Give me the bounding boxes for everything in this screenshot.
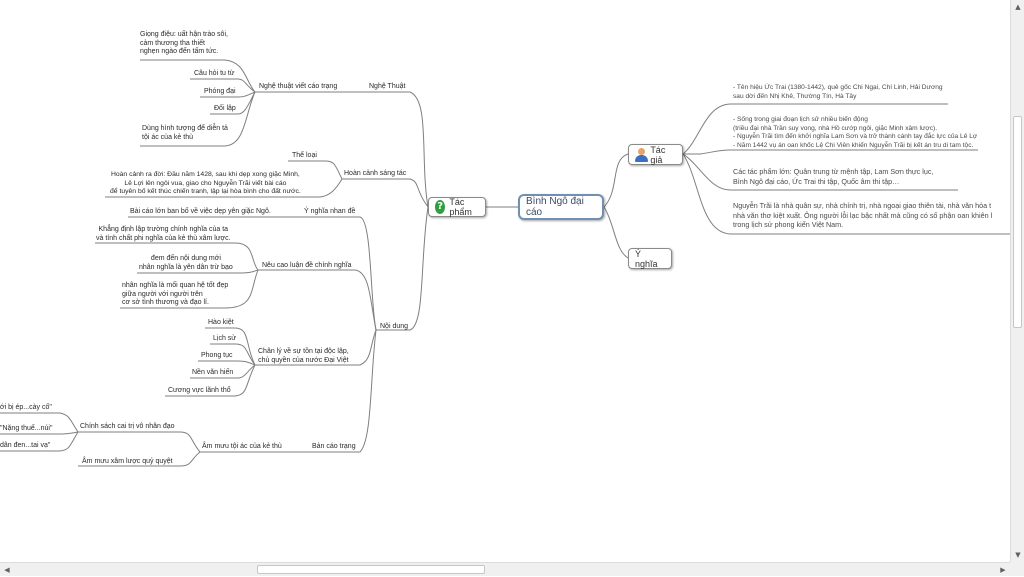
topic-y-nghia[interactable]: Ý nghĩa bbox=[628, 248, 672, 269]
leaf-the-loai[interactable]: Thể loại bbox=[292, 152, 317, 161]
scroll-left-arrow-icon[interactable]: ◀ bbox=[0, 563, 14, 577]
leaf-phong-tuc[interactable]: Phong tục bbox=[201, 352, 233, 361]
leaf-y-nghia-nhan-de-text[interactable]: Bài cáo lớn ban bố về việc dẹp yên giặc … bbox=[130, 208, 271, 217]
topic-tac-gia-label: Tác giả bbox=[650, 144, 666, 165]
branch-noi-dung[interactable]: Nội dung bbox=[380, 323, 408, 332]
leaf-doi-lap[interactable]: Đối lập bbox=[214, 105, 236, 114]
horizontal-scroll-thumb[interactable] bbox=[257, 565, 485, 574]
branch-chinh-sach[interactable]: Chính sách cai trị vô nhân đạo bbox=[80, 423, 175, 432]
author-note-2: - Sống trong giai đoạn lịch sử nhiều biế… bbox=[733, 116, 978, 149]
topic-tac-pham[interactable]: ? Tác phẩm bbox=[428, 197, 486, 217]
branch-nghe-thuat[interactable]: Nghệ Thuật bbox=[369, 83, 405, 92]
leaf-nang-thue[interactable]: "Nặng thuế...núi" bbox=[0, 425, 52, 434]
vertical-scrollbar[interactable]: ▲ ▼ bbox=[1010, 0, 1024, 562]
leaf-cuong-vuc[interactable]: Cương vực lãnh thổ bbox=[168, 387, 231, 396]
scroll-up-arrow-icon[interactable]: ▲ bbox=[1011, 0, 1024, 14]
branch-ban-cao-trang[interactable]: Bản cáo trạng bbox=[312, 443, 356, 452]
leaf-dem-den[interactable]: đem đến nội dung mới nhân nghĩa là yên d… bbox=[139, 255, 233, 272]
central-topic[interactable]: Bình Ngô đại cáo bbox=[518, 194, 604, 220]
author-note-3: Các tác phẩm lớn: Quân trung từ mệnh tập… bbox=[733, 167, 934, 186]
topic-y-nghia-label: Ý nghĩa bbox=[635, 248, 658, 269]
leaf-hao-kiet[interactable]: Hào kiệt bbox=[208, 319, 234, 328]
branch-y-nghia-nhan-de[interactable]: Ý nghĩa nhan đề bbox=[304, 208, 355, 217]
leaf-giong-dieu[interactable]: Giọng điệu: uất hận trào sôi, cảm thương… bbox=[140, 31, 228, 57]
branch-chan-ly[interactable]: Chân lý về sự tồn tại độc lập, chủ quyền… bbox=[258, 348, 349, 365]
leaf-khang-dinh[interactable]: Khẳng định lập trường chính nghĩa của ta… bbox=[96, 226, 231, 243]
scroll-right-arrow-icon[interactable]: ▶ bbox=[996, 563, 1010, 577]
central-topic-label: Bình Ngô đại cáo bbox=[526, 196, 584, 218]
branch-hoan-canh[interactable]: Hoàn cảnh sáng tác bbox=[344, 170, 406, 179]
leaf-hoan-canh-text[interactable]: Hoàn cảnh ra đời: Đầu năm 1428, sau khi … bbox=[110, 171, 301, 197]
branch-nhan-nghia[interactable]: Nêu cao luận đề chính nghĩa bbox=[262, 262, 352, 271]
leaf-am-muu-xam-luoc[interactable]: Âm mưu xâm lược quỷ quyệt bbox=[82, 458, 173, 467]
leaf-cay-co[interactable]: ới bị ép...cày cố" bbox=[0, 404, 52, 413]
vertical-scroll-thumb[interactable] bbox=[1013, 116, 1022, 328]
branch-nghe-thuat-viet-cao-trang[interactable]: Nghệ thuật viết cáo trạng bbox=[259, 83, 337, 92]
author-note-1: - Tên hiệu Ức Trai (1380-1442), quê gốc … bbox=[733, 84, 943, 100]
leaf-hinh-tuong[interactable]: Dùng hình tượng để diễn tả tội ác của kẻ… bbox=[142, 125, 228, 142]
leaf-nhan-nghia-quan-he[interactable]: nhân nghĩa là mối quan hệ tốt đẹp giữa n… bbox=[122, 282, 228, 308]
branch-am-muu-toi-ac[interactable]: Âm mưu tội ác của kẻ thù bbox=[202, 443, 282, 452]
leaf-cau-hoi-tu-tu[interactable]: Câu hỏi tu từ bbox=[194, 70, 235, 79]
leaf-phong-dai[interactable]: Phóng đại bbox=[204, 88, 236, 97]
scrollbar-corner bbox=[1010, 562, 1024, 576]
horizontal-scrollbar[interactable]: ◀ ▶ bbox=[0, 562, 1010, 576]
leaf-tai-va[interactable]: dân đen...tai vạ" bbox=[0, 442, 50, 451]
mind-map-canvas[interactable]: Bình Ngô đại cáo ? Tác phẩm Tác giả Ý ng… bbox=[0, 0, 1010, 562]
author-note-4: Nguyễn Trãi là nhà quân sự, nhà chính tr… bbox=[733, 201, 993, 229]
question-icon: ? bbox=[435, 200, 446, 214]
topic-tac-gia[interactable]: Tác giả bbox=[628, 144, 683, 165]
person-icon bbox=[635, 147, 648, 162]
scroll-down-arrow-icon[interactable]: ▼ bbox=[1011, 548, 1024, 562]
topic-tac-pham-label: Tác phẩm bbox=[449, 197, 472, 217]
leaf-lich-su[interactable]: Lịch sử bbox=[213, 335, 236, 344]
leaf-nen-van-hien[interactable]: Nền văn hiến bbox=[192, 369, 233, 378]
